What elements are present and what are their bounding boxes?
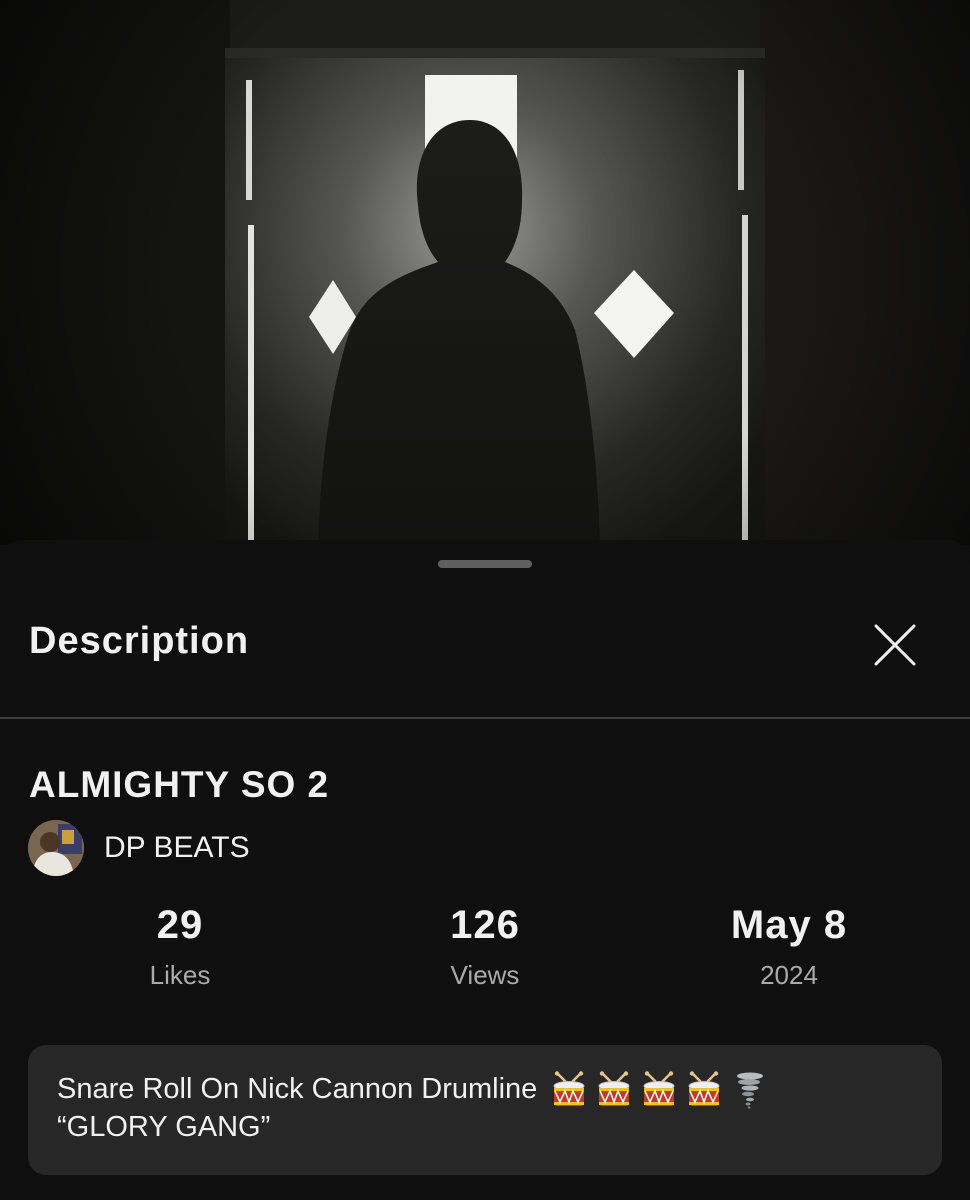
description-text: Snare Roll On Nick Cannon Drumline “GLOR… — [57, 1071, 917, 1145]
drum-icon — [643, 1071, 675, 1107]
close-icon — [874, 624, 916, 666]
description-sheet: Description ALMIGHTY SO 2 DP BEATS 29 Li… — [0, 540, 970, 1200]
channel-name[interactable]: DP BEATS — [104, 831, 250, 865]
video-player[interactable] — [0, 0, 970, 545]
views-label: Views — [450, 960, 520, 990]
drag-handle[interactable] — [438, 560, 532, 568]
likes-stat: 29 Likes — [50, 902, 310, 990]
likes-label: Likes — [149, 960, 211, 990]
drum-icon — [688, 1071, 720, 1107]
upload-date: May 8 — [730, 903, 848, 947]
description-line-1: Snare Roll On Nick Cannon Drumline — [57, 1073, 538, 1105]
views-stat: 126 Views — [355, 902, 615, 990]
description-line-2: “GLORY GANG” — [57, 1111, 271, 1144]
close-button[interactable] — [868, 618, 922, 672]
avatar-image — [28, 820, 84, 876]
drum-icon — [553, 1071, 585, 1107]
views-count: 126 — [450, 903, 520, 947]
upload-year: 2024 — [760, 960, 818, 990]
sheet-title: Description — [29, 620, 250, 662]
upload-date-stat: May 8 2024 — [659, 902, 919, 990]
description-box[interactable]: Snare Roll On Nick Cannon Drumline “GLOR… — [28, 1045, 942, 1175]
likes-count: 29 — [156, 903, 204, 947]
video-title: ALMIGHTY SO 2 — [29, 764, 330, 805]
tornado-icon — [737, 1072, 764, 1109]
channel-avatar[interactable] — [28, 820, 84, 876]
drum-icon — [598, 1071, 630, 1107]
video-frame — [0, 0, 970, 545]
channel-row[interactable]: DP BEATS — [28, 820, 250, 876]
header-divider — [0, 717, 970, 719]
emoji-row — [551, 1071, 765, 1109]
